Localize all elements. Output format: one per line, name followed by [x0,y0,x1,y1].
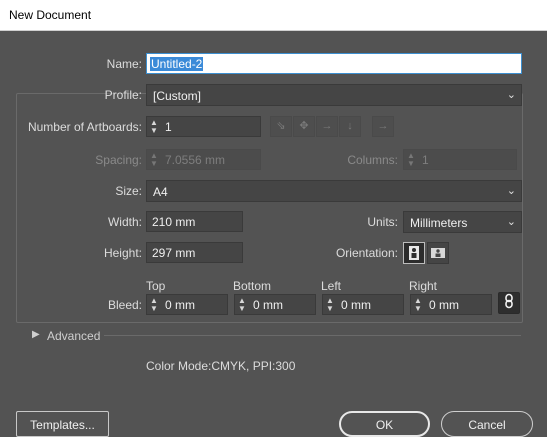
bleed-right-label: Right [409,279,438,293]
profile-dropdown[interactable]: [Custom] ⌄ [146,84,522,106]
units-value: Millimeters [410,216,468,230]
chevron-down-icon: ⌄ [506,185,516,197]
bleed-label: Bleed: [107,298,142,312]
stepper-arrows-icon[interactable]: ▲ ▼ [149,295,159,314]
height-input[interactable]: 297 mm [146,242,243,263]
grid-by-column-icon[interactable]: ✥ [293,116,315,137]
chain-link-icon[interactable] [498,292,520,314]
stepper-arrows-icon[interactable]: ▲ ▼ [406,150,416,169]
arrange-by-column-icon[interactable]: ↓ [339,116,361,137]
bleed-bottom-value: 0 mm [253,298,283,312]
name-input[interactable]: Untitled-2 [146,53,522,74]
name-label: Name: [60,57,142,71]
stepper-arrows-icon[interactable]: ▲ ▼ [325,295,335,314]
ok-button[interactable]: OK [339,411,430,437]
arrange-by-row-icon[interactable]: → [316,116,338,137]
cancel-button[interactable]: Cancel [441,411,533,437]
advanced-divider [104,335,521,336]
size-label: Size: [115,184,142,198]
window-title: New Document [0,0,547,31]
units-label: Units: [367,215,398,229]
bleed-bottom-label: Bottom [233,279,272,293]
stepper-arrows-icon[interactable]: ▲ ▼ [237,295,247,314]
height-label: Height: [103,246,142,260]
columns-value: 1 [422,153,429,167]
bleed-left-label: Left [321,279,342,293]
artboards-value: 1 [165,120,172,134]
stepper-arrows-icon[interactable]: ▲ ▼ [413,295,423,314]
name-label-text: Name: [106,57,142,71]
stepper-arrows-icon[interactable]: ▲ ▼ [149,117,159,136]
orientation-label: Orientation: [335,246,398,260]
chevron-down-icon: ⌄ [506,216,516,228]
artboards-label: Number of Artboards: [27,120,142,134]
columns-label: Columns: [347,153,398,167]
profile-label: Profile: [104,88,142,102]
advanced-toggle[interactable]: Advanced [47,329,100,343]
units-dropdown[interactable]: Millimeters ⌄ [403,211,522,233]
size-value: A4 [153,185,168,199]
expand-triangle-icon[interactable]: ▶ [32,329,40,340]
bleed-right-value: 0 mm [429,298,459,312]
artboards-stepper[interactable]: ▲ ▼ 1 [146,116,261,137]
bleed-top-stepper[interactable]: ▲ ▼ 0 mm [146,294,228,315]
profile-value: [Custom] [153,89,202,103]
chevron-down-icon: ⌄ [506,89,516,101]
name-value: Untitled-2 [150,57,204,71]
columns-stepper[interactable]: ▲ ▼ 1 [403,149,517,170]
size-dropdown[interactable]: A4 ⌄ [146,180,522,202]
spacing-stepper[interactable]: ▲ ▼ 7.0556 mm [146,149,261,170]
bleed-left-stepper[interactable]: ▲ ▼ 0 mm [322,294,404,315]
right-to-left-icon[interactable]: → [372,116,394,137]
width-input[interactable]: 210 mm [146,211,243,232]
bleed-top-label: Top [146,279,166,293]
width-label: Width: [107,215,142,229]
landscape-icon[interactable] [427,242,449,264]
stepper-arrows-icon[interactable]: ▲ ▼ [149,150,159,169]
document-info: Color Mode:CMYK, PPI:300 [146,359,296,373]
spacing-value: 7.0556 mm [165,153,226,167]
templates-button[interactable]: Templates... [16,411,109,437]
spacing-label: Spacing: [95,153,142,167]
portrait-icon[interactable] [403,242,425,264]
bleed-top-value: 0 mm [165,298,195,312]
grid-by-row-icon[interactable]: ⇘ [270,116,292,137]
bleed-left-value: 0 mm [341,298,371,312]
bleed-right-stepper[interactable]: ▲ ▼ 0 mm [410,294,492,315]
bleed-bottom-stepper[interactable]: ▲ ▼ 0 mm [234,294,316,315]
